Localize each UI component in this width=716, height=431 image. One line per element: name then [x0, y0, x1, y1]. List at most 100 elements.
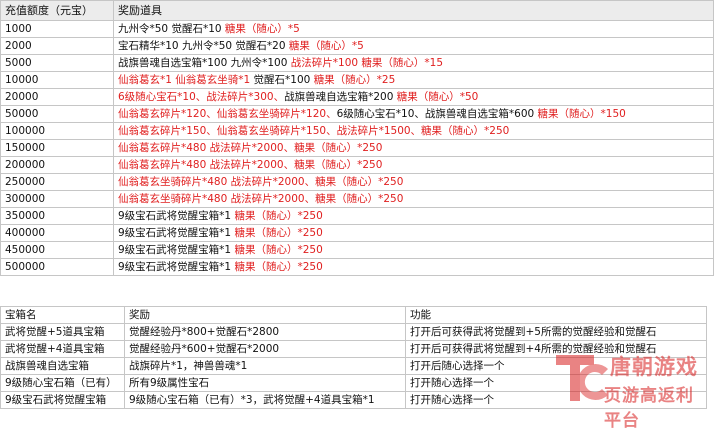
box-header-row: 宝箱名 奖励 功能 [0, 306, 707, 324]
table-row: 武将觉醒+5道具宝箱 觉醒经验丹*800+觉醒石*2800 打开后可获得武将觉醒到+… [0, 323, 707, 341]
reward-text-segment: 糖果（随心）*250 [234, 226, 323, 239]
reward-text-segment: 仙翁葛玄碎片*480 战法碎片*2000、糖果（随心）*250 [118, 141, 383, 154]
reward-text-segment: 糖果（随心）*50 [396, 90, 479, 103]
recharge-amount-cell: 200000 [0, 156, 114, 174]
reward-text-segment: 战法碎片*100 糖果（随心）*15 [290, 56, 444, 69]
recharge-amount-cell: 400000 [0, 224, 114, 242]
recharge-reward-cell: 宝石精华*10 九州令*50 觉醒石*20 糖果（随心）*5 [113, 37, 714, 55]
reward-text-segment: 9级宝石武将觉醒宝箱*1 [118, 209, 235, 222]
box-reward-cell: 所有9级属性宝石 [124, 374, 406, 392]
header-box-reward: 奖励 [124, 306, 406, 324]
box-reward-cell: 觉醒经验丹*600+觉醒石*2000 [124, 340, 406, 358]
recharge-amount-cell: 2000 [0, 37, 114, 55]
table-row: 250000 仙翁葛玄坐骑碎片*480 战法碎片*2000、糖果（随心）*250 [0, 173, 714, 191]
box-function-cell: 打开后随心选择一个 [405, 357, 707, 375]
recharge-reward-cell: 九州令*50 觉醒石*10 糖果（随心）*5 [113, 20, 714, 38]
table-row: 1000 九州令*50 觉醒石*10 糖果（随心）*5 [0, 20, 714, 38]
table-row: 150000 仙翁葛玄碎片*480 战法碎片*2000、糖果（随心）*250 [0, 139, 714, 157]
box-reward-cell: 9级随心宝石箱（已有）*3，武将觉醒+4道具宝箱*1 [124, 391, 406, 409]
reward-text-segment: 糖果（随心）*150 [537, 107, 626, 120]
recharge-amount-cell: 450000 [0, 241, 114, 259]
header-amount: 充值额度（元宝） [0, 0, 114, 21]
reward-text-segment: 仙翁葛玄*1 仙翁葛玄坐骑*1 [118, 73, 254, 86]
table-row: 100000 仙翁葛玄碎片*150、仙翁葛玄坐骑碎片*150、战法碎片*1500、… [0, 122, 714, 140]
reward-text-segment: 仙翁葛玄碎片*150、仙翁葛玄坐骑碎片*150、战法碎片*1500、糖果（随心）… [118, 124, 510, 137]
box-reward-cell: 觉醒经验丹*800+觉醒石*2800 [124, 323, 406, 341]
table-row: 2000 宝石精华*10 九州令*50 觉醒石*20 糖果（随心）*5 [0, 37, 714, 55]
recharge-amount-cell: 1000 [0, 20, 114, 38]
reward-text-segment: 6级随心宝石*10、战法碎片*300、 [118, 90, 285, 103]
header-box-name: 宝箱名 [0, 306, 125, 324]
recharge-amount-cell: 100000 [0, 122, 114, 140]
reward-text-segment: 觉醒石*100 [253, 73, 314, 86]
box-function-cell: 打开随心选择一个 [405, 391, 707, 409]
table-row: 9级随心宝石箱（已有） 所有9级属性宝石 打开随心选择一个 [0, 374, 707, 392]
reward-text-segment: 九州令*50 觉醒石*10 [118, 22, 225, 35]
header-reward: 奖励道具 [113, 0, 714, 21]
reward-text-segment: 仙翁葛玄碎片*480 战法碎片*2000、糖果（随心）*250 [118, 158, 383, 171]
recharge-reward-cell: 仙翁葛玄碎片*480 战法碎片*2000、糖果（随心）*250 [113, 139, 714, 157]
reward-text-segment: 糖果（随心）*250 [234, 260, 323, 273]
reward-text-segment: 战旗兽魂自选宝箱*100 九州令*100 [118, 56, 291, 69]
box-info-table: 宝箱名 奖励 功能 武将觉醒+5道具宝箱 觉醒经验丹*800+觉醒石*2800 打开… [0, 306, 707, 409]
recharge-amount-cell: 500000 [0, 258, 114, 276]
box-function-cell: 打开后可获得武将觉醒到+5所需的觉醒经验和觉醒石 [405, 323, 707, 341]
recharge-reward-cell: 仙翁葛玄坐骑碎片*480 战法碎片*2000、糖果（随心）*250 [113, 173, 714, 191]
table-row: 350000 9级宝石武将觉醒宝箱*1 糖果（随心）*250 [0, 207, 714, 225]
recharge-reward-cell: 仙翁葛玄碎片*120、仙翁葛玄坐骑碎片*120、6级随心宝石*10、战旗兽魂自选… [113, 105, 714, 123]
reward-text-segment: 9级宝石武将觉醒宝箱*1 [118, 260, 235, 273]
reward-text-segment: 仙翁葛玄坐骑碎片*480 战法碎片*2000、糖果（随心）*250 [118, 192, 404, 205]
recharge-reward-cell: 仙翁葛玄坐骑碎片*480 战法碎片*2000、糖果（随心）*250 [113, 190, 714, 208]
reward-text-segment: 9级宝石武将觉醒宝箱*1 [118, 243, 235, 256]
recharge-header-row: 充值额度（元宝） 奖励道具 [0, 0, 714, 21]
box-name-cell: 武将觉醒+5道具宝箱 [0, 323, 125, 341]
recharge-reward-cell: 仙翁葛玄*1 仙翁葛玄坐骑*1 觉醒石*100 糖果（随心）*25 [113, 71, 714, 89]
reward-text-segment: 糖果（随心）*250 [234, 209, 323, 222]
recharge-amount-cell: 250000 [0, 173, 114, 191]
box-name-cell: 9级随心宝石箱（已有） [0, 374, 125, 392]
reward-text-segment: 9级宝石武将觉醒宝箱*1 [118, 226, 235, 239]
recharge-reward-cell: 战旗兽魂自选宝箱*100 九州令*100 战法碎片*100 糖果（随心）*15 [113, 54, 714, 72]
recharge-amount-cell: 50000 [0, 105, 114, 123]
reward-text-segment: 战旗兽魂自选宝箱*200 [284, 90, 397, 103]
box-name-cell: 9级宝石武将觉醒宝箱 [0, 391, 125, 409]
table-row: 300000 仙翁葛玄坐骑碎片*480 战法碎片*2000、糖果（随心）*250 [0, 190, 714, 208]
recharge-amount-cell: 350000 [0, 207, 114, 225]
recharge-reward-cell: 9级宝石武将觉醒宝箱*1 糖果（随心）*250 [113, 224, 714, 242]
header-box-function: 功能 [405, 306, 707, 324]
reward-text-segment: 糖果（随心）*25 [313, 73, 396, 86]
recharge-reward-table: 充值额度（元宝） 奖励道具 1000 九州令*50 觉醒石*10 糖果（随心）*5… [0, 0, 714, 276]
recharge-reward-cell: 9级宝石武将觉醒宝箱*1 糖果（随心）*250 [113, 258, 714, 276]
table-row: 武将觉醒+4道具宝箱 觉醒经验丹*600+觉醒石*2000 打开后可获得武将觉醒到+… [0, 340, 707, 358]
table-row: 5000 战旗兽魂自选宝箱*100 九州令*100 战法碎片*100 糖果（随心）… [0, 54, 714, 72]
table-row: 400000 9级宝石武将觉醒宝箱*1 糖果（随心）*250 [0, 224, 714, 242]
reward-text-segment: 宝石精华*10 九州令*50 觉醒石*20 [118, 39, 289, 52]
reward-text-segment: 仙翁葛玄坐骑碎片*480 战法碎片*2000、糖果（随心）*250 [118, 175, 404, 188]
recharge-amount-cell: 10000 [0, 71, 114, 89]
recharge-reward-cell: 6级随心宝石*10、战法碎片*300、战旗兽魂自选宝箱*200 糖果（随心）*5… [113, 88, 714, 106]
recharge-reward-cell: 9级宝石武将觉醒宝箱*1 糖果（随心）*250 [113, 207, 714, 225]
recharge-amount-cell: 5000 [0, 54, 114, 72]
box-name-cell: 战旗兽魂自选宝箱 [0, 357, 125, 375]
recharge-amount-cell: 20000 [0, 88, 114, 106]
table-row: 200000 仙翁葛玄碎片*480 战法碎片*2000、糖果（随心）*250 [0, 156, 714, 174]
table-row: 10000 仙翁葛玄*1 仙翁葛玄坐骑*1 觉醒石*100 糖果（随心）*25 [0, 71, 714, 89]
recharge-reward-cell: 9级宝石武将觉醒宝箱*1 糖果（随心）*250 [113, 241, 714, 259]
recharge-amount-cell: 300000 [0, 190, 114, 208]
recharge-reward-cell: 仙翁葛玄碎片*480 战法碎片*2000、糖果（随心）*250 [113, 156, 714, 174]
recharge-amount-cell: 150000 [0, 139, 114, 157]
table-row: 500000 9级宝石武将觉醒宝箱*1 糖果（随心）*250 [0, 258, 714, 276]
table-row: 450000 9级宝石武将觉醒宝箱*1 糖果（随心）*250 [0, 241, 714, 259]
box-reward-cell: 战旗碎片*1，神兽兽魂*1 [124, 357, 406, 375]
recharge-reward-cell: 仙翁葛玄碎片*150、仙翁葛玄坐骑碎片*150、战法碎片*1500、糖果（随心）… [113, 122, 714, 140]
box-function-cell: 打开后可获得武将觉醒到+4所需的觉醒经验和觉醒石 [405, 340, 707, 358]
box-name-cell: 武将觉醒+4道具宝箱 [0, 340, 125, 358]
reward-text-segment: 糖果（随心）*5 [224, 22, 300, 35]
table-row: 50000 仙翁葛玄碎片*120、仙翁葛玄坐骑碎片*120、6级随心宝石*10、战… [0, 105, 714, 123]
table-row: 战旗兽魂自选宝箱 战旗碎片*1，神兽兽魂*1 打开后随心选择一个 [0, 357, 707, 375]
reward-text-segment: 6级随心宝石*10、战旗兽魂自选宝箱*600 [336, 107, 538, 120]
reward-text-segment: 糖果（随心）*5 [288, 39, 364, 52]
box-function-cell: 打开随心选择一个 [405, 374, 707, 392]
reward-text-segment: 糖果（随心）*250 [234, 243, 323, 256]
table-row: 9级宝石武将觉醒宝箱 9级随心宝石箱（已有）*3，武将觉醒+4道具宝箱*1 打开随心… [0, 391, 707, 409]
